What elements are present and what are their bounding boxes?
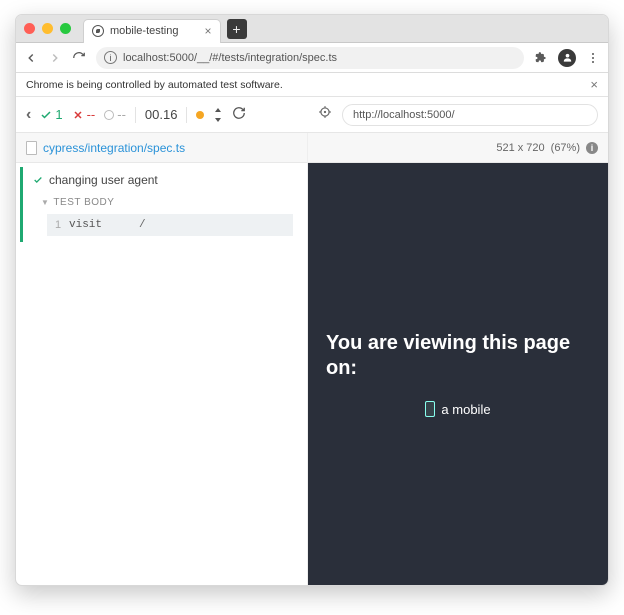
browser-window: mobile-testing × + i localhost:5000/__/#… — [15, 14, 609, 586]
device-label: a mobile — [441, 402, 490, 417]
aut-url-box[interactable]: http://localhost:5000/ — [342, 104, 598, 126]
command-arg: / — [139, 219, 146, 231]
status-dot-icon — [196, 111, 204, 119]
command-log-pane: cypress/integration/spec.ts changing use… — [16, 133, 308, 585]
rerun-button[interactable] — [232, 106, 246, 123]
automation-banner: Chrome is being controlled by automated … — [16, 73, 608, 97]
duration: 00.16 — [145, 107, 178, 122]
automation-banner-text: Chrome is being controlled by automated … — [26, 79, 283, 91]
check-icon — [33, 175, 43, 185]
failed-count[interactable]: -- — [72, 107, 96, 122]
page-heading: You are viewing this page on: — [326, 331, 590, 381]
maximize-window-button[interactable] — [60, 23, 71, 34]
test-title[interactable]: changing user agent — [33, 173, 293, 187]
aut-url-text: http://localhost:5000/ — [353, 109, 455, 121]
close-banner-icon[interactable]: × — [590, 77, 598, 92]
selector-playground-button[interactable] — [318, 105, 332, 124]
new-tab-button[interactable]: + — [227, 19, 247, 39]
cypress-favicon-icon — [92, 25, 104, 37]
runner-body: cypress/integration/spec.ts changing use… — [16, 133, 608, 585]
circle-icon — [104, 110, 114, 120]
profile-avatar-icon[interactable] — [558, 49, 576, 67]
forward-button[interactable] — [48, 51, 62, 65]
check-icon — [40, 109, 52, 121]
device-indicator: a mobile — [326, 401, 590, 417]
page-content: You are viewing this page on: a mobile — [326, 331, 590, 417]
divider — [186, 107, 187, 123]
command-row[interactable]: 1 visit / — [47, 214, 293, 236]
aut-pane: 521 x 720 (67%) i You are viewing this p… — [308, 133, 608, 585]
auto-scroll-toggle[interactable] — [213, 108, 223, 122]
menu-icon[interactable] — [586, 51, 600, 65]
chevron-down-icon: ▼ — [41, 198, 49, 207]
traffic-lights — [24, 23, 71, 34]
info-icon[interactable]: i — [586, 142, 598, 154]
url-text: localhost:5000/__/#/tests/integration/sp… — [123, 52, 337, 64]
application-under-test[interactable]: You are viewing this page on: a mobile — [308, 163, 608, 585]
minimize-window-button[interactable] — [42, 23, 53, 34]
command-name: visit — [69, 219, 139, 231]
collapse-button[interactable]: ‹ — [26, 106, 31, 124]
passed-count[interactable]: 1 — [40, 107, 62, 122]
tab-title: mobile-testing — [110, 25, 178, 37]
runner-header: ‹ 1 -- -- 00.16 ht — [16, 97, 608, 133]
back-button[interactable] — [24, 51, 38, 65]
phone-icon — [425, 401, 435, 417]
toolbar-right — [534, 49, 600, 67]
test-suite: changing user agent ▼ TEST BODY 1 visit … — [20, 167, 303, 242]
spec-file-path: cypress/integration/spec.ts — [43, 141, 185, 155]
viewport-info-bar: 521 x 720 (67%) i — [308, 133, 608, 163]
x-icon — [72, 109, 84, 121]
viewport-scale: (67%) — [551, 142, 580, 154]
reload-button[interactable] — [72, 51, 86, 65]
site-info-icon[interactable]: i — [104, 51, 117, 64]
close-tab-icon[interactable]: × — [204, 24, 211, 38]
close-window-button[interactable] — [24, 23, 35, 34]
browser-tab[interactable]: mobile-testing × — [83, 19, 221, 43]
address-bar: i localhost:5000/__/#/tests/integration/… — [16, 43, 608, 73]
command-number: 1 — [47, 219, 69, 231]
runner-stats: ‹ 1 -- -- 00.16 — [16, 106, 308, 124]
file-icon — [26, 141, 37, 155]
test-body-label[interactable]: ▼ TEST BODY — [33, 197, 293, 208]
viewport-dimensions: 521 x 720 — [496, 142, 544, 154]
runner-url-section: http://localhost:5000/ — [308, 104, 608, 126]
spec-file-header[interactable]: cypress/integration/spec.ts — [16, 133, 307, 163]
pending-count[interactable]: -- — [104, 107, 126, 122]
divider — [135, 107, 136, 123]
extensions-icon[interactable] — [534, 51, 548, 65]
titlebar: mobile-testing × + — [16, 15, 608, 43]
omnibox[interactable]: i localhost:5000/__/#/tests/integration/… — [96, 47, 524, 69]
